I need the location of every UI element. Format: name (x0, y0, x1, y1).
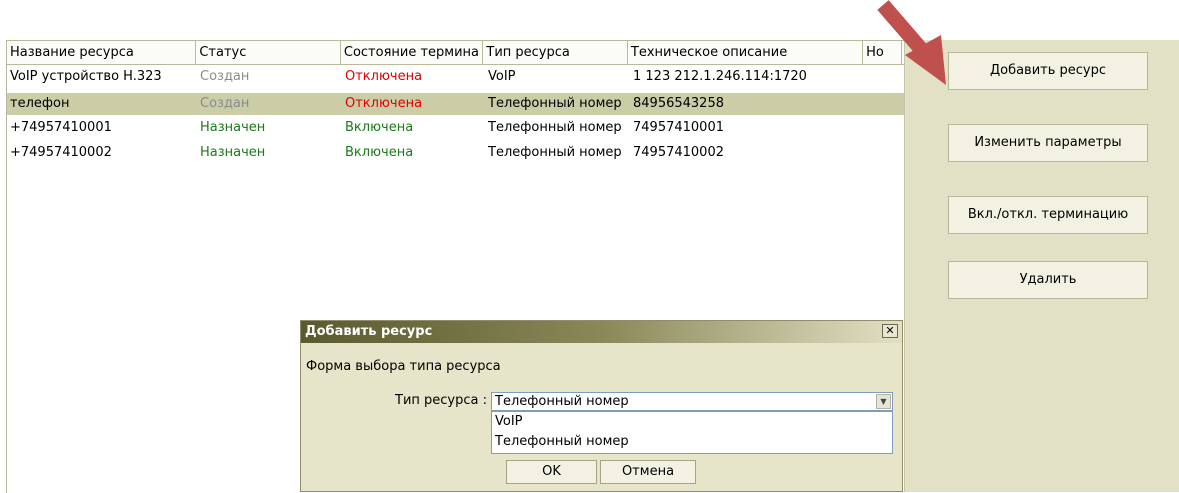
cell-termination: Отключена (345, 69, 423, 84)
column-header-status[interactable]: Статус (196, 41, 341, 65)
table-row[interactable]: +74957410001 Назначен Включена Телефонны… (7, 117, 905, 139)
close-icon[interactable]: ✕ (882, 324, 898, 338)
add-resource-button[interactable]: Добавить ресурс (948, 52, 1148, 90)
dropdown-option-phone-number[interactable]: Телефонный номер (492, 432, 892, 452)
cell-type: Телефонный номер (488, 145, 622, 160)
cancel-button[interactable]: Отмена (600, 460, 696, 484)
resource-type-label: Тип ресурса : (395, 393, 487, 408)
cell-type: VoIP (488, 69, 516, 84)
table-header: Название ресурса Статус Состояние термин… (7, 41, 905, 65)
cell-status: Создан (200, 96, 250, 111)
dropdown-option-voip[interactable]: VoIP (492, 412, 892, 432)
table-row[interactable]: VoIP устройство H.323 Создан Отключена V… (7, 66, 905, 88)
cell-name: +74957410002 (10, 145, 112, 160)
chevron-down-icon[interactable]: ▼ (876, 394, 891, 409)
add-resource-dialog: Добавить ресурс ✕ Форма выбора типа ресу… (300, 320, 903, 492)
table-row-selected[interactable]: телефон Создан Отключена Телефонный номе… (7, 93, 905, 115)
cell-name: +74957410001 (10, 120, 112, 135)
dialog-title: Добавить ресурс (305, 324, 433, 339)
column-header-description[interactable]: Техническое описание (627, 41, 864, 65)
cell-status: Назначен (200, 145, 266, 160)
table-row[interactable]: +74957410002 Назначен Включена Телефонны… (7, 142, 905, 164)
resource-type-select[interactable]: Телефонный номер ▼ (491, 392, 893, 411)
ok-button[interactable]: OK (506, 460, 597, 484)
dialog-titlebar[interactable]: Добавить ресурс ✕ (301, 321, 902, 343)
cell-description: 74957410002 (633, 145, 724, 160)
cell-status: Назначен (200, 120, 266, 135)
actions-panel: Добавить ресурс Изменить параметры Вкл./… (904, 40, 1179, 492)
cell-name: VoIP устройство H.323 (10, 69, 162, 84)
cell-description: 1 123 212.1.246.114:1720 (633, 69, 807, 84)
dialog-subtitle: Форма выбора типа ресурса (306, 359, 501, 374)
resource-type-dropdown-list: VoIP Телефонный номер (491, 411, 893, 454)
column-header-name[interactable]: Название ресурса (7, 41, 197, 65)
cell-name: телефон (10, 96, 70, 111)
cell-status: Создан (200, 69, 250, 84)
delete-button[interactable]: Удалить (948, 261, 1148, 299)
cell-type: Телефонный номер (488, 120, 622, 135)
toggle-termination-button[interactable]: Вкл./откл. терминацию (948, 196, 1148, 234)
cell-description: 84956543258 (633, 96, 724, 111)
resource-type-selected-value: Телефонный номер (495, 394, 629, 409)
column-header-type[interactable]: Тип ресурса (483, 41, 628, 65)
edit-parameters-button[interactable]: Изменить параметры (948, 124, 1148, 162)
column-header-termination[interactable]: Состояние термина (340, 41, 484, 65)
annotation-arrow-icon (877, 0, 946, 85)
cell-description: 74957410001 (633, 120, 724, 135)
cell-termination: Отключена (345, 96, 423, 111)
cell-type: Телефонный номер (488, 96, 622, 111)
cell-termination: Включена (345, 145, 414, 160)
cell-termination: Включена (345, 120, 414, 135)
